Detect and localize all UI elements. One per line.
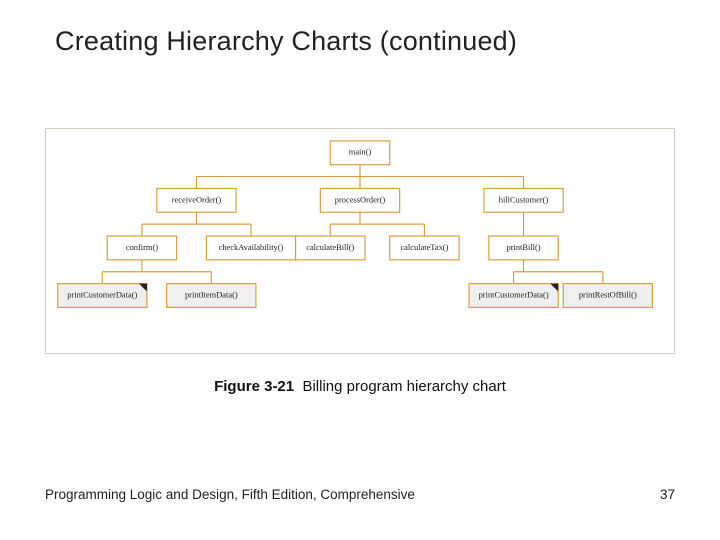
node-check-availability-label: checkAvailability() (219, 242, 284, 252)
node-print-item-data: printItemData() (167, 284, 256, 308)
node-main-label: main() (349, 147, 372, 157)
node-calculate-bill: calculateBill() (296, 236, 365, 260)
node-main: main() (330, 141, 389, 165)
node-print-item-data-label: printItemData() (185, 289, 238, 299)
node-receive-order-label: receiveOrder() (172, 194, 222, 204)
node-check-availability: checkAvailability() (206, 236, 295, 260)
node-confirm: confirm() (107, 236, 176, 260)
slide-title: Creating Hierarchy Charts (continued) (55, 26, 517, 57)
node-confirm-label: confirm() (126, 242, 158, 252)
hierarchy-chart: main() receiveOrder() processOrder() bil… (45, 128, 675, 354)
node-process-order-label: processOrder() (335, 194, 386, 204)
node-calculate-tax: calculateTax() (390, 236, 459, 260)
figure-caption: Figure 3-21 Billing program hierarchy ch… (0, 378, 720, 395)
node-calculate-tax-label: calculateTax() (400, 242, 448, 252)
figure-caption-text: Billing program hierarchy chart (302, 378, 505, 395)
hierarchy-chart-svg: main() receiveOrder() processOrder() bil… (46, 129, 674, 353)
node-calculate-bill-label: calculateBill() (306, 242, 354, 252)
node-bill-customer-label: billCustomer() (499, 194, 549, 204)
figure-number: Figure 3-21 (214, 378, 294, 395)
node-process-order: processOrder() (320, 188, 399, 212)
node-bill-customer: billCustomer() (484, 188, 563, 212)
node-receive-order: receiveOrder() (157, 188, 236, 212)
connectors (102, 165, 603, 284)
node-print-rest-of-bill-label: printRestOfBill() (579, 289, 637, 299)
footer-left: Programming Logic and Design, Fifth Edit… (45, 487, 415, 502)
node-print-customer-data-2: printCustomerData() (469, 284, 558, 308)
slide: Creating Hierarchy Charts (continued) (0, 0, 720, 540)
node-print-bill: printBill() (489, 236, 558, 260)
node-print-bill-label: printBill() (506, 242, 540, 252)
node-print-rest-of-bill: printRestOfBill() (563, 284, 652, 308)
node-print-customer-data-1: printCustomerData() (58, 284, 147, 308)
node-print-customer-data-1-label: printCustomerData() (67, 289, 137, 299)
node-print-customer-data-2-label: printCustomerData() (479, 289, 549, 299)
footer-page-number: 37 (660, 487, 675, 502)
